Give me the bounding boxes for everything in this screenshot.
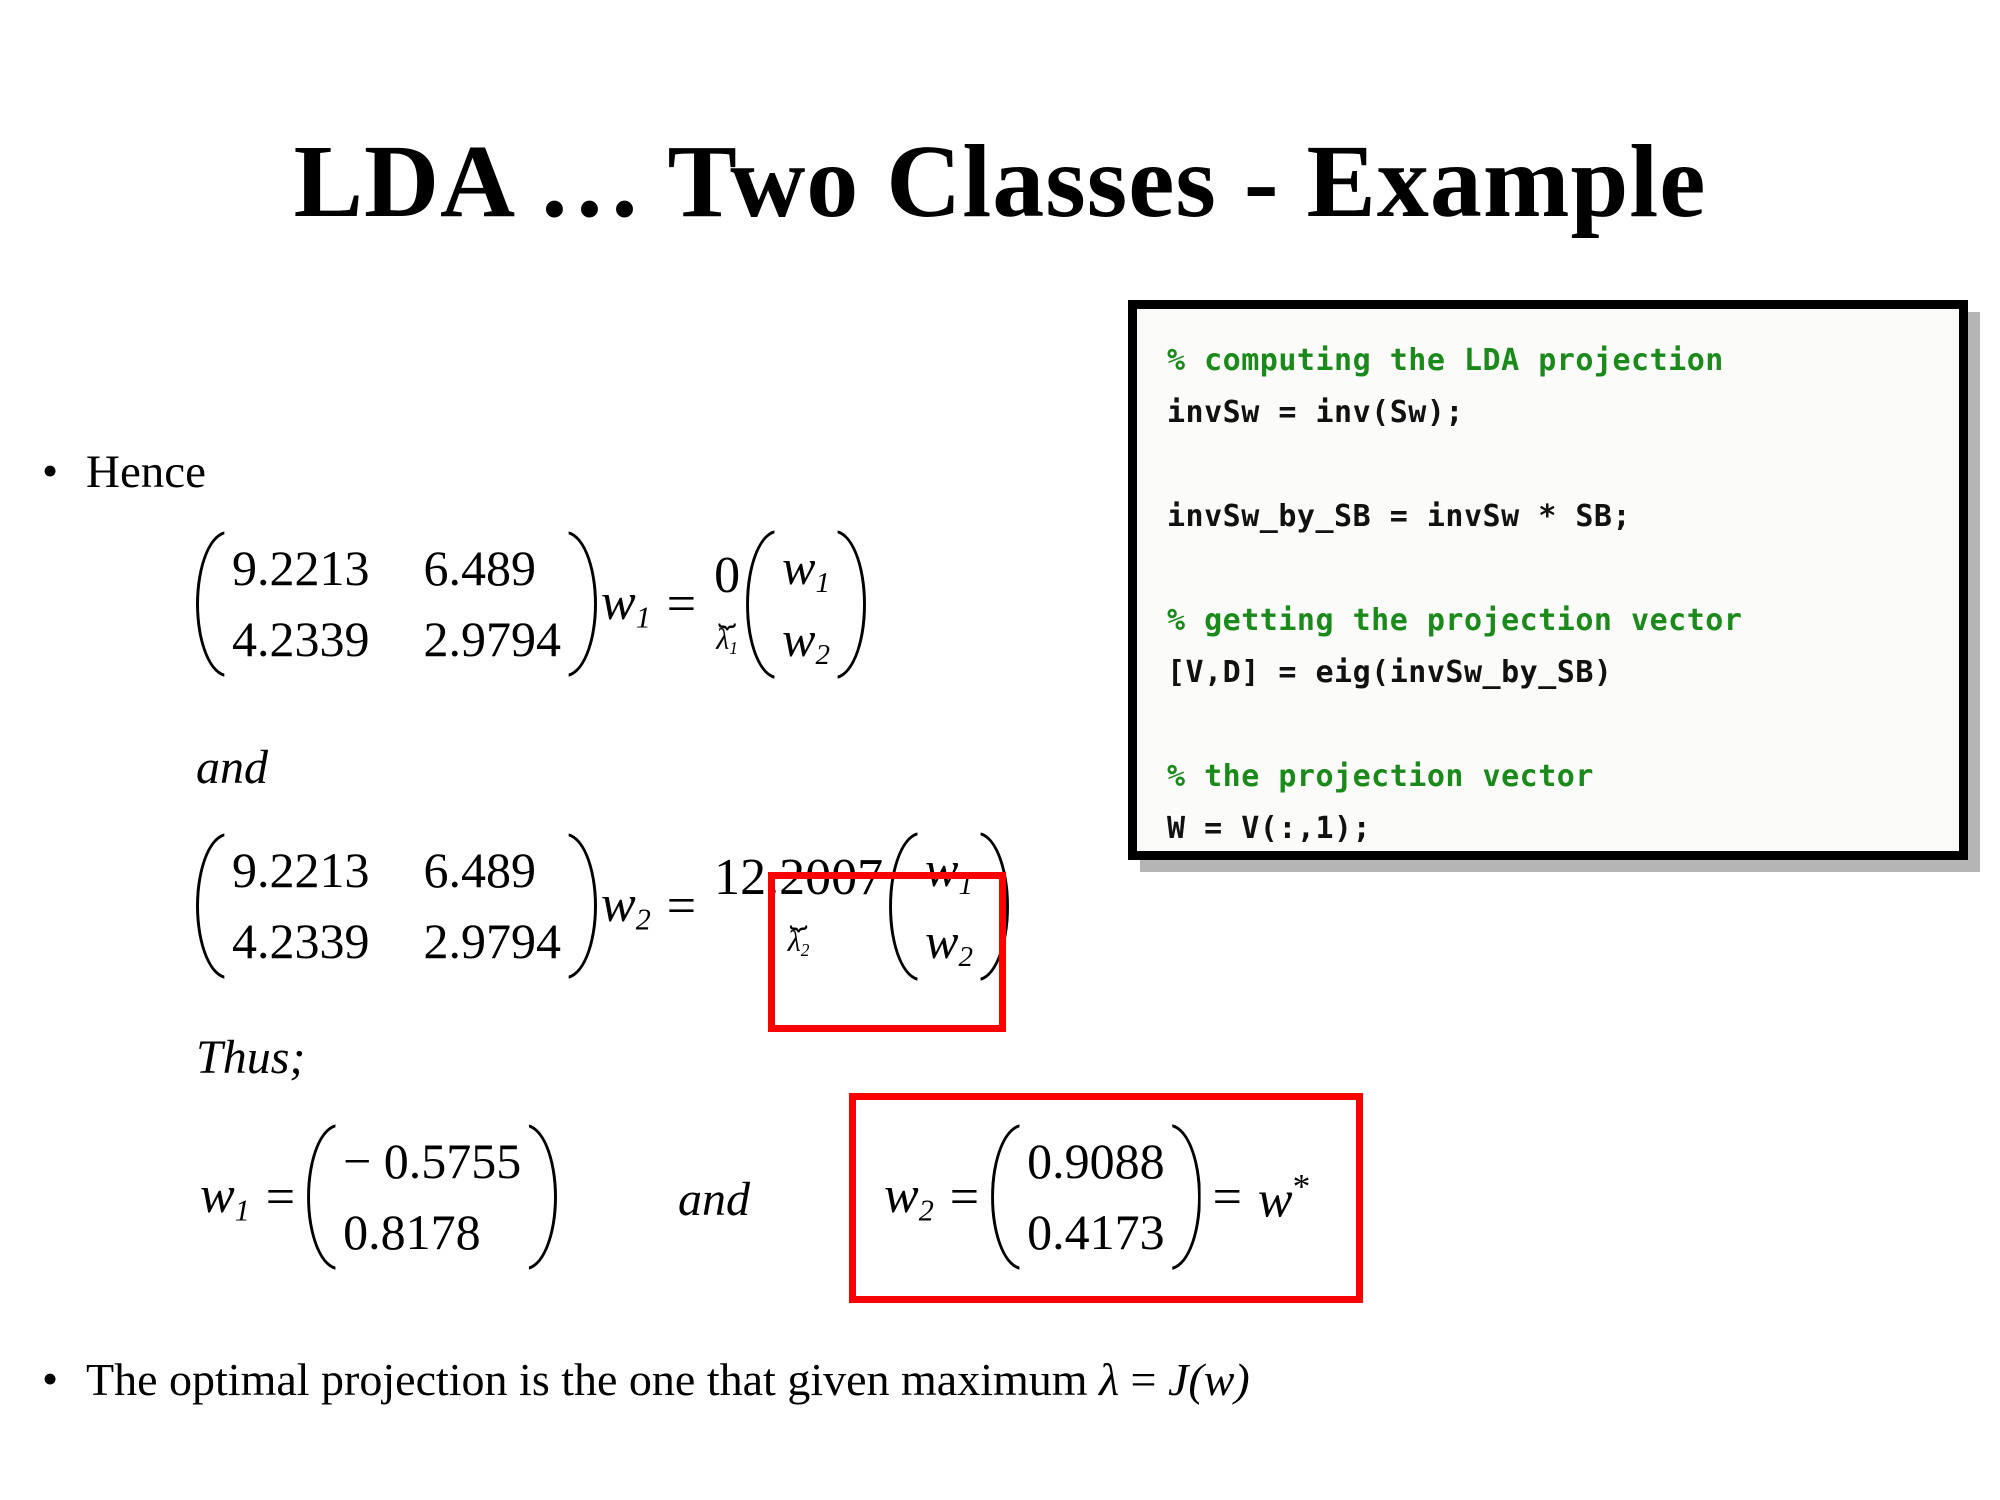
code-line-blank-3 xyxy=(1167,699,1959,751)
variable-w1: w1 xyxy=(200,1166,250,1228)
bullet-hence-label: Hence xyxy=(86,446,207,498)
right-paren-icon xyxy=(571,529,597,679)
variable-w1: w1 xyxy=(601,574,651,635)
eigenvalue-label: λ1 xyxy=(716,623,738,659)
matrix-sw-inv-sb-2: 9.2213 6.489 4.2339 2.9794 xyxy=(196,831,597,981)
right-paren-icon xyxy=(531,1122,557,1272)
code-line-blank-1 xyxy=(1167,439,1959,491)
matrix-cell-r1c1: 9.2213 xyxy=(232,540,370,597)
matlab-code-box: % computing the LDA projection invSw = i… xyxy=(1128,300,1968,860)
matrix-cell-r2c2: 2.9794 xyxy=(423,913,562,970)
left-paren-icon xyxy=(196,831,222,981)
vector-cell-1: − 0.5755 xyxy=(343,1133,522,1189)
code-line-blank-2 xyxy=(1167,543,1959,595)
equals-sign: = xyxy=(265,1168,296,1226)
code-line-comment-3: % the projection vector xyxy=(1167,759,1594,794)
vector-cell-w2: w2 xyxy=(782,611,830,672)
underbrace-icon: ⏟ xyxy=(718,594,737,630)
j-of-w: J(w) xyxy=(1167,1354,1250,1405)
matrix-cell-r1c2: 6.489 xyxy=(423,842,537,899)
label-and: and xyxy=(196,741,268,794)
code-line-eig: [V,D] = eig(invSw_by_SB) xyxy=(1167,655,1613,690)
equals-sign: = xyxy=(666,575,697,633)
vector-w1-values: − 0.5755 0.8178 xyxy=(307,1122,557,1272)
highlight-box-lambda2 xyxy=(768,872,1006,1032)
matrix-cell-r1c2: 6.489 xyxy=(423,540,537,597)
lambda-symbol: λ xyxy=(1099,1354,1119,1405)
page-title: LDA … Two Classes - Example xyxy=(293,124,1707,239)
code-line-invsw-by-sb: invSw_by_SB = invSw * SB; xyxy=(1167,499,1632,534)
code-line-comment-1: % computing the LDA projection xyxy=(1167,343,1724,378)
matrix-cell-r2c2: 2.9794 xyxy=(423,611,562,668)
bullet-optimal-label: The optimal projection is the one that g… xyxy=(86,1354,1250,1405)
highlight-box-w2-optimal xyxy=(849,1093,1363,1303)
equals-sign: = xyxy=(666,877,697,935)
eigenvalue-lambda1: 0 ⏟ λ1 xyxy=(708,550,746,658)
bullet-marker-icon: • xyxy=(42,1353,59,1404)
bullet-optimal-projection: • The optimal projection is the one that… xyxy=(42,1353,1250,1405)
code-line-w: W = V(:,1); xyxy=(1167,811,1372,846)
variable-w2: w2 xyxy=(601,876,651,937)
matrix-cell-r2c1: 4.2339 xyxy=(232,611,370,668)
matrix-cell-r2c1: 4.2339 xyxy=(232,913,370,970)
equation-w1-result: w1 = − 0.5755 0.8178 xyxy=(196,1122,557,1272)
left-paren-icon xyxy=(196,529,222,679)
vector-w-1: w1 w2 xyxy=(746,528,866,681)
label-thus: Thus; xyxy=(196,1031,306,1084)
bullet-marker-icon: • xyxy=(42,445,59,496)
vector-cell-w1: w1 xyxy=(782,539,830,600)
bullet-hence: • Hence xyxy=(42,445,207,498)
right-paren-icon xyxy=(840,528,866,681)
code-line-comment-2: % getting the projection vector xyxy=(1167,603,1743,638)
code-line-invsw: invSw = inv(Sw); xyxy=(1167,395,1464,430)
left-paren-icon xyxy=(307,1122,333,1272)
matrix-sw-inv-sb-1: 9.2213 6.489 4.2339 2.9794 xyxy=(196,529,597,679)
left-paren-icon xyxy=(746,528,772,681)
vector-cell-2: 0.8178 xyxy=(343,1204,481,1260)
equation-lambda1: 9.2213 6.489 4.2339 2.9794 w1 = 0 ⏟ λ1 w… xyxy=(196,528,866,681)
right-paren-icon xyxy=(571,831,597,981)
matrix-cell-r1c1: 9.2213 xyxy=(232,842,370,899)
label-and-2: and xyxy=(678,1173,750,1226)
